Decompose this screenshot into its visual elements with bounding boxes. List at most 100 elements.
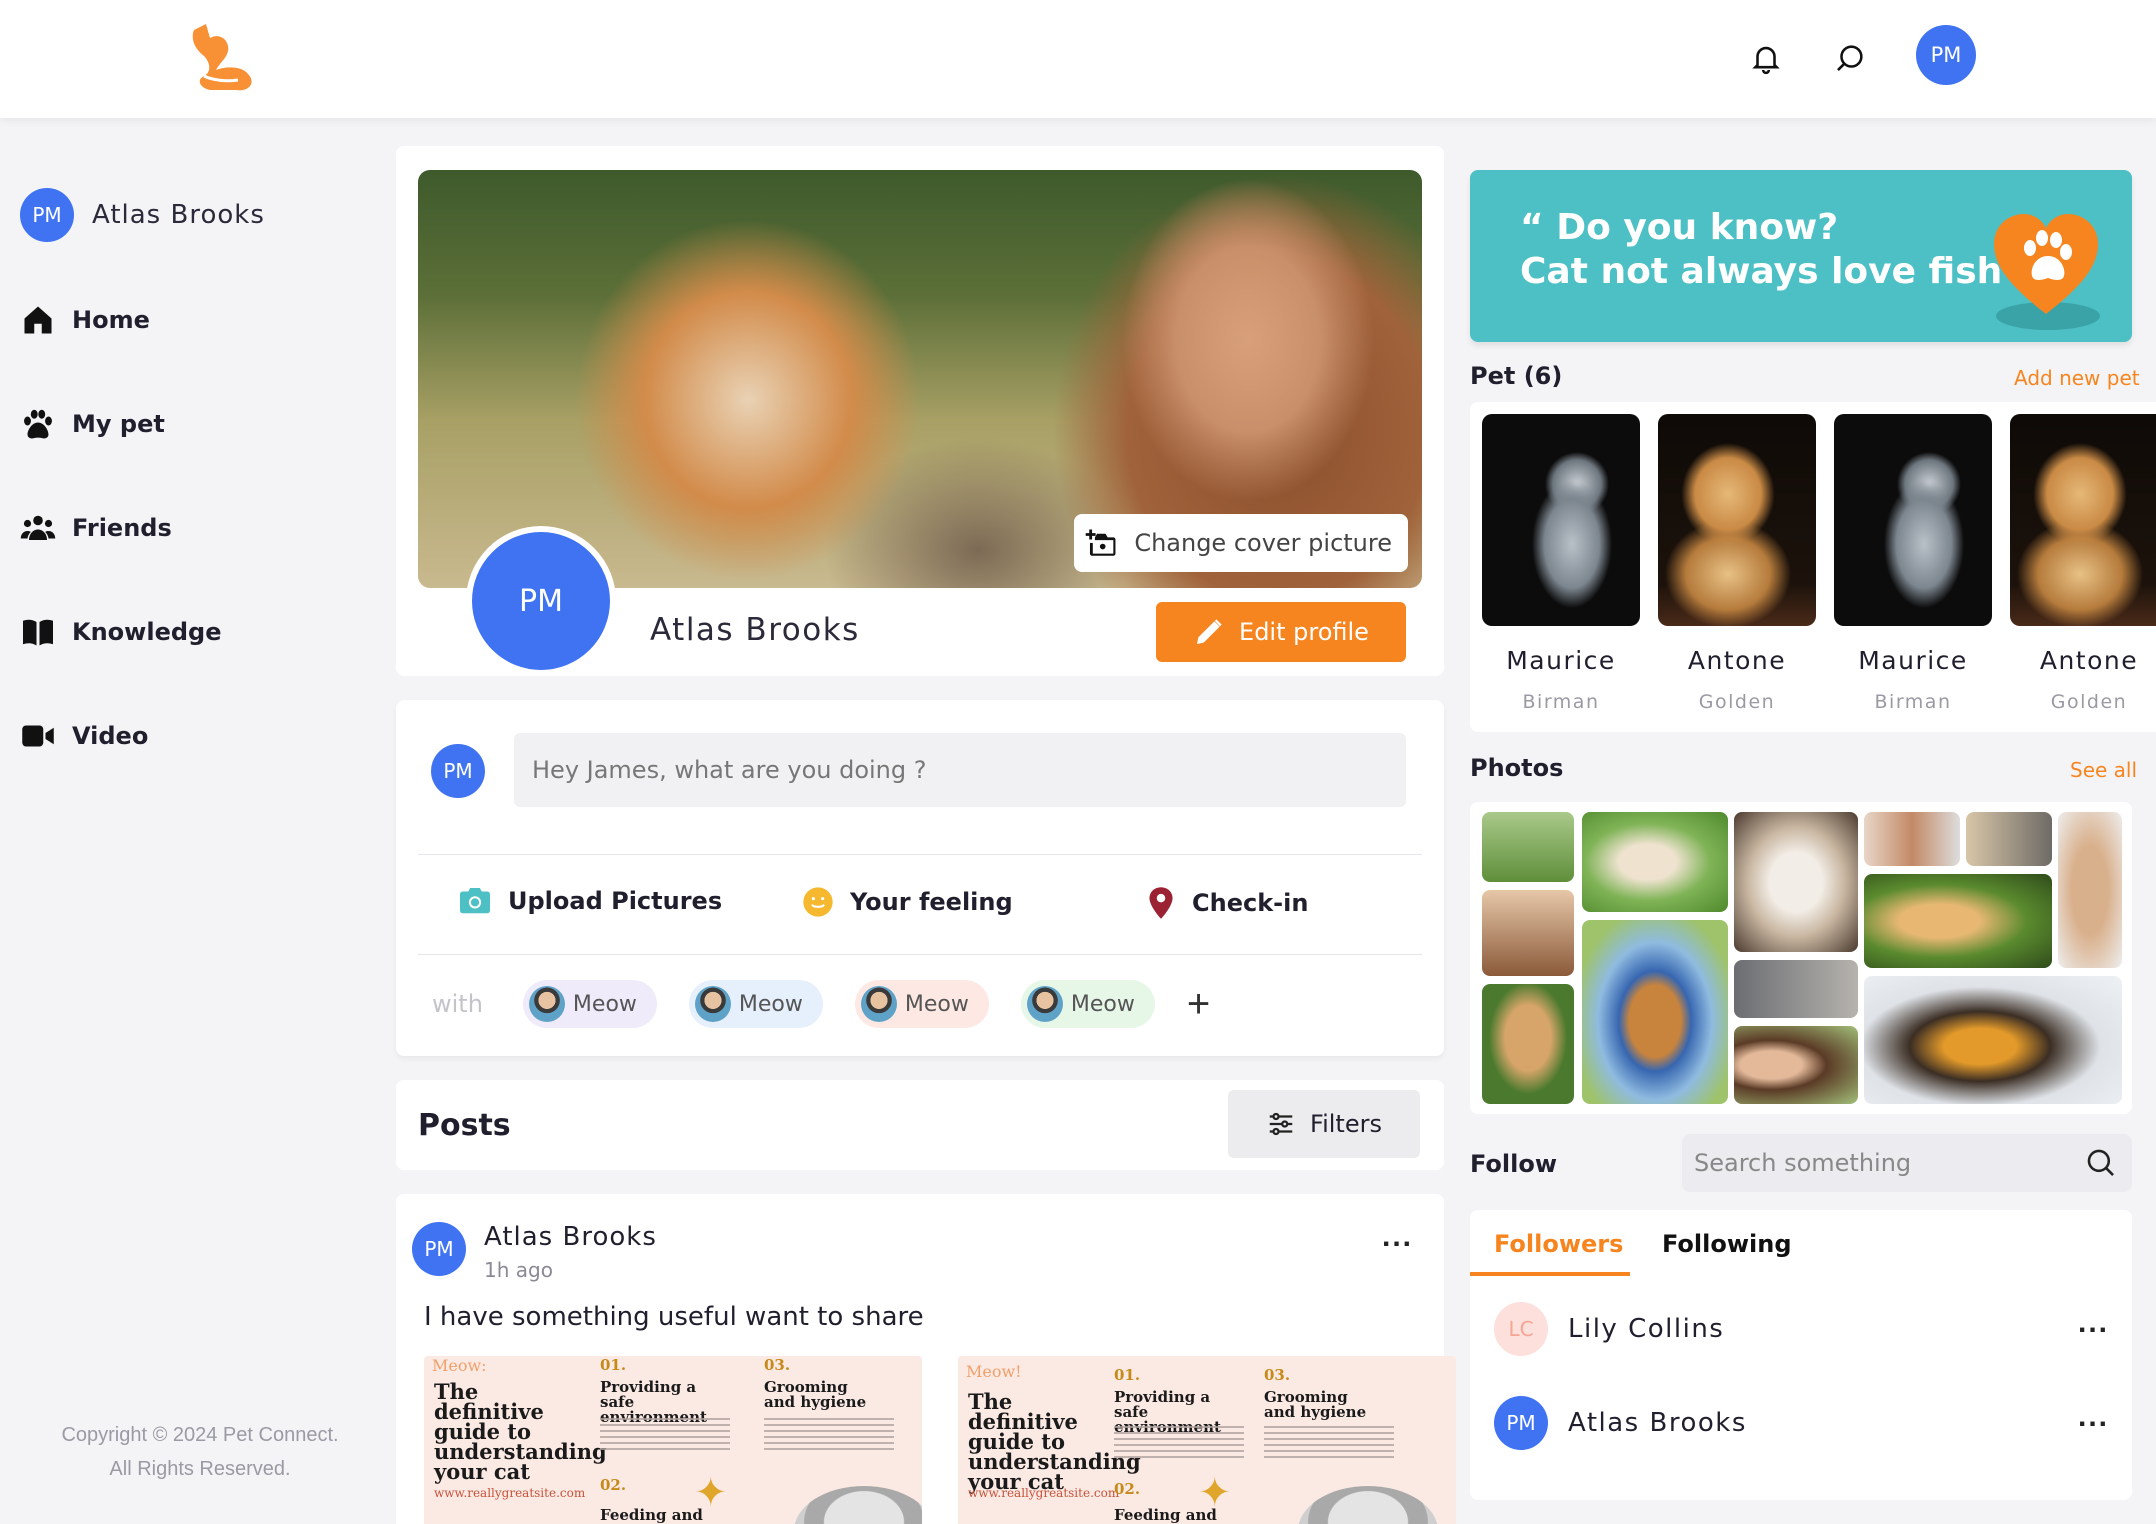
pets-card: Maurice Birman Antone Golden Maurice Bir… xyxy=(1470,402,2156,732)
profile-avatar[interactable]: PM xyxy=(466,526,616,676)
sparkle-icon: ✦ xyxy=(1198,1470,1232,1516)
your-feeling-button[interactable]: Your feeling xyxy=(802,886,1013,918)
search-icon[interactable] xyxy=(2084,1146,2118,1180)
check-in-button[interactable]: Check-in xyxy=(1146,886,1308,920)
pet-breed: Golden xyxy=(2050,691,2128,713)
photo-thumbnail[interactable] xyxy=(1582,920,1728,1104)
search-icon[interactable] xyxy=(1826,34,1874,82)
infographic-step-number: 02. xyxy=(600,1476,627,1494)
banner-line: Cat not always love fish “ xyxy=(1520,251,2039,292)
friend-tag-label: Meow xyxy=(572,991,637,1017)
add-new-pet-link[interactable]: Add new pet xyxy=(2014,366,2140,390)
sidebar-item-label: Friends xyxy=(72,514,172,542)
sidebar-item-video[interactable]: Video xyxy=(20,718,148,754)
photo-thumbnail[interactable] xyxy=(2058,812,2122,968)
friend-tag[interactable]: Meow xyxy=(854,980,989,1028)
status-input[interactable] xyxy=(514,733,1406,807)
follower-more-button[interactable]: ... xyxy=(2078,1306,2109,1340)
sidebar-item-label: Home xyxy=(72,306,150,334)
friend-tag[interactable]: Meow xyxy=(688,980,823,1028)
avatar: PM xyxy=(412,1222,466,1276)
follower-row[interactable]: LC Lily Collins xyxy=(1494,1302,1724,1356)
photo-thumbnail[interactable] xyxy=(1966,812,2052,866)
post-composer: PM Upload Pictures Your feeling Check-in… xyxy=(396,700,1444,1056)
infographic-text-lines xyxy=(1114,1426,1244,1460)
post-more-button[interactable]: ... xyxy=(1382,1220,1413,1254)
post-image[interactable]: Meow: The definitive guide to understand… xyxy=(424,1356,922,1524)
filters-button[interactable]: Filters xyxy=(1228,1090,1420,1158)
friends-icon xyxy=(20,515,56,540)
pet-connect-logo-icon[interactable] xyxy=(186,22,262,94)
bell-icon[interactable] xyxy=(1742,34,1790,82)
pet-breed: Birman xyxy=(1874,691,1952,713)
pet-card[interactable]: Antone Golden xyxy=(2010,414,2156,713)
upload-pictures-button[interactable]: Upload Pictures xyxy=(458,886,722,916)
copyright: Copyright © 2024 Pet Connect. All Rights… xyxy=(20,1418,380,1486)
sidebar-user[interactable]: PM Atlas Brooks xyxy=(20,188,265,242)
camera-icon xyxy=(460,888,490,914)
see-all-photos-link[interactable]: See all xyxy=(2070,758,2137,782)
add-tag-button[interactable]: + xyxy=(1187,984,1210,1024)
banner-text: “ Do you know? Cat not always love fish … xyxy=(1520,206,2038,294)
paw-icon xyxy=(24,409,52,439)
change-cover-label: Change cover picture xyxy=(1134,529,1392,557)
photo-thumbnail[interactable] xyxy=(1864,874,2052,968)
sidebar-item-label: My pet xyxy=(72,410,165,438)
action-label: Upload Pictures xyxy=(508,887,723,915)
copyright-line: Copyright © 2024 Pet Connect. xyxy=(61,1424,339,1446)
sparkle-icon: ✦ xyxy=(694,1470,728,1516)
change-cover-button[interactable]: Change cover picture xyxy=(1074,514,1408,572)
location-pin-icon xyxy=(1149,887,1173,919)
sidebar-item-friends[interactable]: Friends xyxy=(20,510,172,546)
active-tab-indicator xyxy=(1470,1272,1630,1276)
follow-title: Follow xyxy=(1470,1150,1558,1178)
follower-more-button[interactable]: ... xyxy=(2078,1400,2109,1434)
follower-row[interactable]: PM Atlas Brooks xyxy=(1494,1396,1747,1450)
pet-name: Maurice xyxy=(1858,646,1968,675)
profile-name: Atlas Brooks xyxy=(650,612,860,648)
infographic-url: www.reallygreatsite.com xyxy=(434,1486,586,1500)
action-label: Your feeling xyxy=(850,888,1013,916)
photo-thumbnail[interactable] xyxy=(1734,812,1858,952)
photo-thumbnail[interactable] xyxy=(1734,960,1858,1018)
photo-thumbnail[interactable] xyxy=(1482,890,1574,976)
photo-thumbnail[interactable] xyxy=(1734,1026,1858,1104)
follow-search-input[interactable] xyxy=(1682,1134,2072,1192)
edit-profile-button[interactable]: Edit profile xyxy=(1156,602,1406,662)
photo-thumbnail[interactable] xyxy=(1582,812,1728,912)
infographic-step-number: 03. xyxy=(764,1356,791,1374)
pet-card[interactable]: Maurice Birman xyxy=(1482,414,1640,713)
book-icon xyxy=(23,619,53,646)
tab-followers[interactable]: Followers xyxy=(1494,1230,1623,1258)
photos-grid xyxy=(1470,802,2132,1114)
cover-picture: Change cover picture xyxy=(418,170,1422,588)
pet-photo xyxy=(1658,414,1816,626)
infographic-text-lines xyxy=(764,1418,894,1452)
pet-name: Antone xyxy=(1687,646,1787,675)
sidebar-item-my-pet[interactable]: My pet xyxy=(20,406,165,442)
post-image[interactable]: Meow! The definitive guide to understand… xyxy=(958,1356,1456,1524)
pet-breed: Birman xyxy=(1522,691,1600,713)
pet-card[interactable]: Maurice Birman xyxy=(1834,414,1992,713)
photo-thumbnail[interactable] xyxy=(1482,812,1574,882)
action-label: Check-in xyxy=(1192,889,1309,917)
smile-icon xyxy=(803,887,833,917)
photo-thumbnail[interactable] xyxy=(1482,984,1574,1104)
user-avatar[interactable]: PM xyxy=(1916,25,1976,85)
post-text: I have something useful want to share xyxy=(424,1302,924,1332)
photo-thumbnail[interactable] xyxy=(1864,976,2122,1104)
friend-tag[interactable]: Meow xyxy=(522,980,657,1028)
sidebar-item-knowledge[interactable]: Knowledge xyxy=(20,614,221,650)
photo-thumbnail[interactable] xyxy=(1864,812,1960,866)
pet-card[interactable]: Antone Golden xyxy=(1658,414,1816,713)
post-time: 1h ago xyxy=(484,1258,553,1282)
pets-title: Pet (6) xyxy=(1470,362,1563,390)
friend-tag[interactable]: Meow xyxy=(1020,980,1155,1028)
paw-heart-icon xyxy=(1994,214,2100,330)
tab-following[interactable]: Following xyxy=(1662,1230,1792,1258)
camera-add-icon xyxy=(1086,529,1116,556)
pet-photo xyxy=(1834,414,1992,626)
follower-name: Atlas Brooks xyxy=(1568,1408,1747,1438)
post-author[interactable]: Atlas Brooks xyxy=(484,1222,657,1252)
sidebar-item-home[interactable]: Home xyxy=(20,302,150,338)
